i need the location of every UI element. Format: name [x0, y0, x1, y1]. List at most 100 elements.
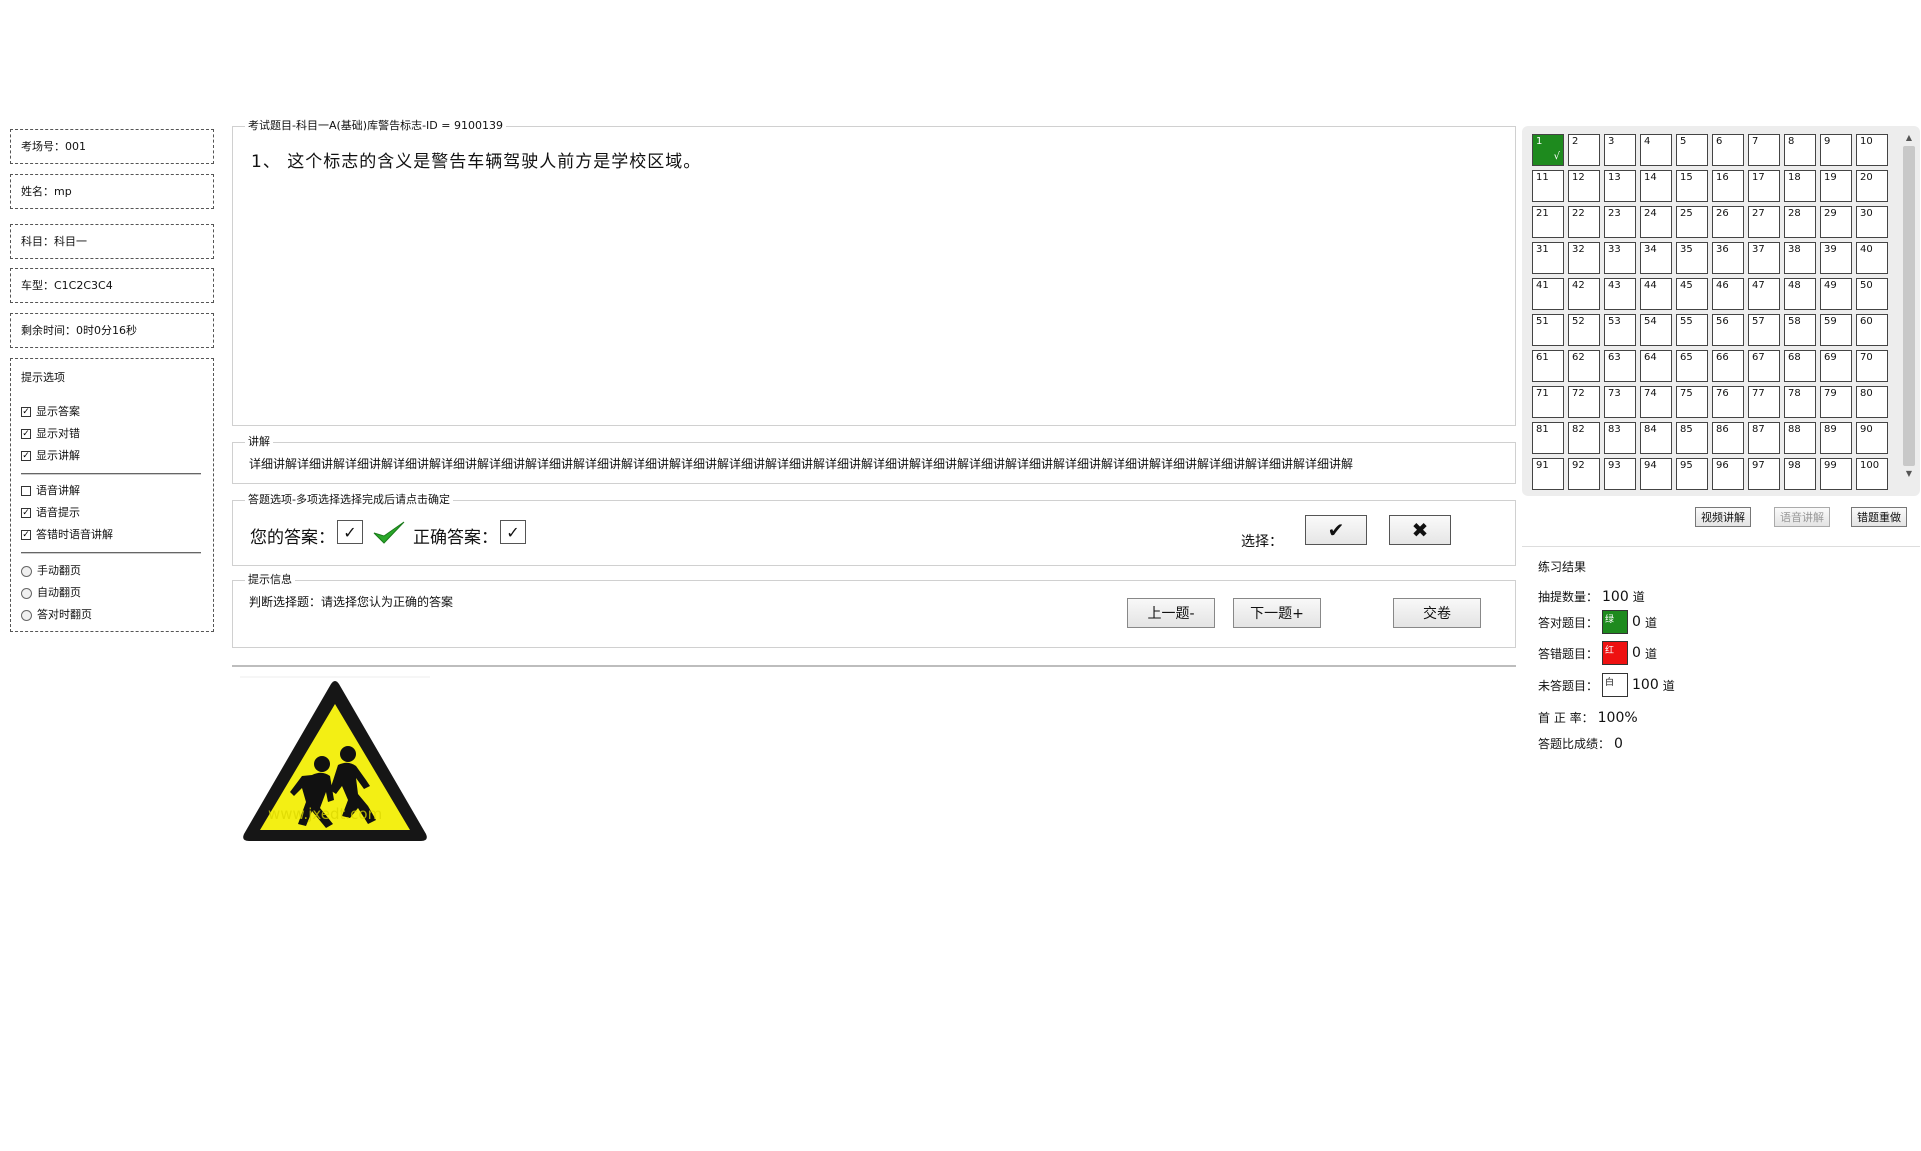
question-number-cell[interactable]: 86: [1712, 422, 1744, 454]
question-number-cell[interactable]: 1 √: [1532, 134, 1564, 166]
question-number-cell[interactable]: 100: [1856, 458, 1888, 490]
question-number-cell[interactable]: 80: [1856, 386, 1888, 418]
question-number-cell[interactable]: 16: [1712, 170, 1744, 202]
voice-explanation-checkbox[interactable]: [21, 486, 31, 496]
question-number-cell[interactable]: 64: [1640, 350, 1672, 382]
question-number-cell[interactable]: 18: [1784, 170, 1816, 202]
question-number-cell[interactable]: 14: [1640, 170, 1672, 202]
question-number-cell[interactable]: 11: [1532, 170, 1564, 202]
question-number-cell[interactable]: 30: [1856, 206, 1888, 238]
question-number-cell[interactable]: 62: [1568, 350, 1600, 382]
question-number-cell[interactable]: 50: [1856, 278, 1888, 310]
question-number-cell[interactable]: 4: [1640, 134, 1672, 166]
question-number-cell[interactable]: 27: [1748, 206, 1780, 238]
question-number-cell[interactable]: 79: [1820, 386, 1852, 418]
question-number-cell[interactable]: 61: [1532, 350, 1564, 382]
question-number-cell[interactable]: 98: [1784, 458, 1816, 490]
false-choice-button[interactable]: ✖: [1389, 515, 1451, 545]
question-number-cell[interactable]: 15: [1676, 170, 1708, 202]
question-number-cell[interactable]: 52: [1568, 314, 1600, 346]
option-voice-hint[interactable]: ✓ 语音提示: [21, 505, 80, 521]
option-show-explanation[interactable]: ✓ 显示讲解: [21, 448, 80, 464]
question-number-cell[interactable]: 51: [1532, 314, 1564, 346]
question-number-cell[interactable]: 31: [1532, 242, 1564, 274]
question-number-cell[interactable]: 10: [1856, 134, 1888, 166]
question-number-cell[interactable]: 89: [1820, 422, 1852, 454]
question-number-cell[interactable]: 63: [1604, 350, 1636, 382]
question-number-cell[interactable]: 93: [1604, 458, 1636, 490]
question-number-cell[interactable]: 54: [1640, 314, 1672, 346]
question-number-cell[interactable]: 55: [1676, 314, 1708, 346]
option-auto-page[interactable]: 自动翻页: [21, 585, 81, 601]
question-number-cell[interactable]: 60: [1856, 314, 1888, 346]
option-show-answer[interactable]: ✓ 显示答案: [21, 404, 80, 420]
question-number-cell[interactable]: 23: [1604, 206, 1636, 238]
question-number-cell[interactable]: 75: [1676, 386, 1708, 418]
question-number-cell[interactable]: 53: [1604, 314, 1636, 346]
question-number-cell[interactable]: 70: [1856, 350, 1888, 382]
question-number-cell[interactable]: 65: [1676, 350, 1708, 382]
question-number-cell[interactable]: 5: [1676, 134, 1708, 166]
scroll-up-icon[interactable]: ▲: [1902, 132, 1916, 144]
question-number-cell[interactable]: 48: [1784, 278, 1816, 310]
question-number-cell[interactable]: 91: [1532, 458, 1564, 490]
question-number-cell[interactable]: 96: [1712, 458, 1744, 490]
voice-hint-checkbox[interactable]: ✓: [21, 508, 31, 518]
question-number-cell[interactable]: 95: [1676, 458, 1708, 490]
question-number-cell[interactable]: 58: [1784, 314, 1816, 346]
question-number-cell[interactable]: 74: [1640, 386, 1672, 418]
question-number-cell[interactable]: 59: [1820, 314, 1852, 346]
question-number-cell[interactable]: 90: [1856, 422, 1888, 454]
show-explanation-checkbox[interactable]: ✓: [21, 451, 31, 461]
question-number-cell[interactable]: 25: [1676, 206, 1708, 238]
question-number-cell[interactable]: 8: [1784, 134, 1816, 166]
option-voice-explanation[interactable]: 语音讲解: [21, 483, 80, 499]
show-answer-checkbox[interactable]: ✓: [21, 407, 31, 417]
question-number-cell[interactable]: 82: [1568, 422, 1600, 454]
question-number-cell[interactable]: 17: [1748, 170, 1780, 202]
question-number-cell[interactable]: 42: [1568, 278, 1600, 310]
show-right-wrong-checkbox[interactable]: ✓: [21, 429, 31, 439]
question-number-cell[interactable]: 24: [1640, 206, 1672, 238]
question-number-cell[interactable]: 34: [1640, 242, 1672, 274]
manual-page-radio[interactable]: [21, 565, 32, 577]
option-show-right-wrong[interactable]: ✓ 显示对错: [21, 426, 80, 442]
question-number-cell[interactable]: 72: [1568, 386, 1600, 418]
question-number-cell[interactable]: 99: [1820, 458, 1852, 490]
next-question-button[interactable]: 下一题+: [1233, 598, 1321, 628]
question-number-cell[interactable]: 7: [1748, 134, 1780, 166]
auto-page-radio[interactable]: [21, 587, 32, 599]
question-number-cell[interactable]: 3: [1604, 134, 1636, 166]
question-number-cell[interactable]: 19: [1820, 170, 1852, 202]
question-number-cell[interactable]: 40: [1856, 242, 1888, 274]
question-number-cell[interactable]: 28: [1784, 206, 1816, 238]
question-number-cell[interactable]: 13: [1604, 170, 1636, 202]
video-explanation-button[interactable]: 视频讲解: [1695, 507, 1751, 527]
question-number-cell[interactable]: 12: [1568, 170, 1600, 202]
question-number-cell[interactable]: 83: [1604, 422, 1636, 454]
question-number-cell[interactable]: 77: [1748, 386, 1780, 418]
question-number-cell[interactable]: 97: [1748, 458, 1780, 490]
question-number-cell[interactable]: 29: [1820, 206, 1852, 238]
question-number-cell[interactable]: 44: [1640, 278, 1672, 310]
option-page-on-correct[interactable]: 答对时翻页: [21, 607, 92, 623]
option-voice-on-wrong[interactable]: ✓ 答错时语音讲解: [21, 527, 113, 543]
question-number-cell[interactable]: 92: [1568, 458, 1600, 490]
question-number-cell[interactable]: 49: [1820, 278, 1852, 310]
voice-on-wrong-checkbox[interactable]: ✓: [21, 530, 31, 540]
question-number-cell[interactable]: 73: [1604, 386, 1636, 418]
submit-exam-button[interactable]: 交卷: [1393, 598, 1481, 628]
option-manual-page[interactable]: 手动翻页: [21, 563, 81, 579]
question-number-cell[interactable]: 43: [1604, 278, 1636, 310]
question-number-cell[interactable]: 22: [1568, 206, 1600, 238]
question-number-cell[interactable]: 85: [1676, 422, 1708, 454]
question-number-cell[interactable]: 84: [1640, 422, 1672, 454]
question-number-cell[interactable]: 94: [1640, 458, 1672, 490]
question-number-cell[interactable]: 71: [1532, 386, 1564, 418]
question-number-cell[interactable]: 39: [1820, 242, 1852, 274]
question-number-cell[interactable]: 88: [1784, 422, 1816, 454]
question-number-cell[interactable]: 76: [1712, 386, 1744, 418]
question-number-cell[interactable]: 45: [1676, 278, 1708, 310]
true-choice-button[interactable]: ✔: [1305, 515, 1367, 545]
question-number-cell[interactable]: 69: [1820, 350, 1852, 382]
